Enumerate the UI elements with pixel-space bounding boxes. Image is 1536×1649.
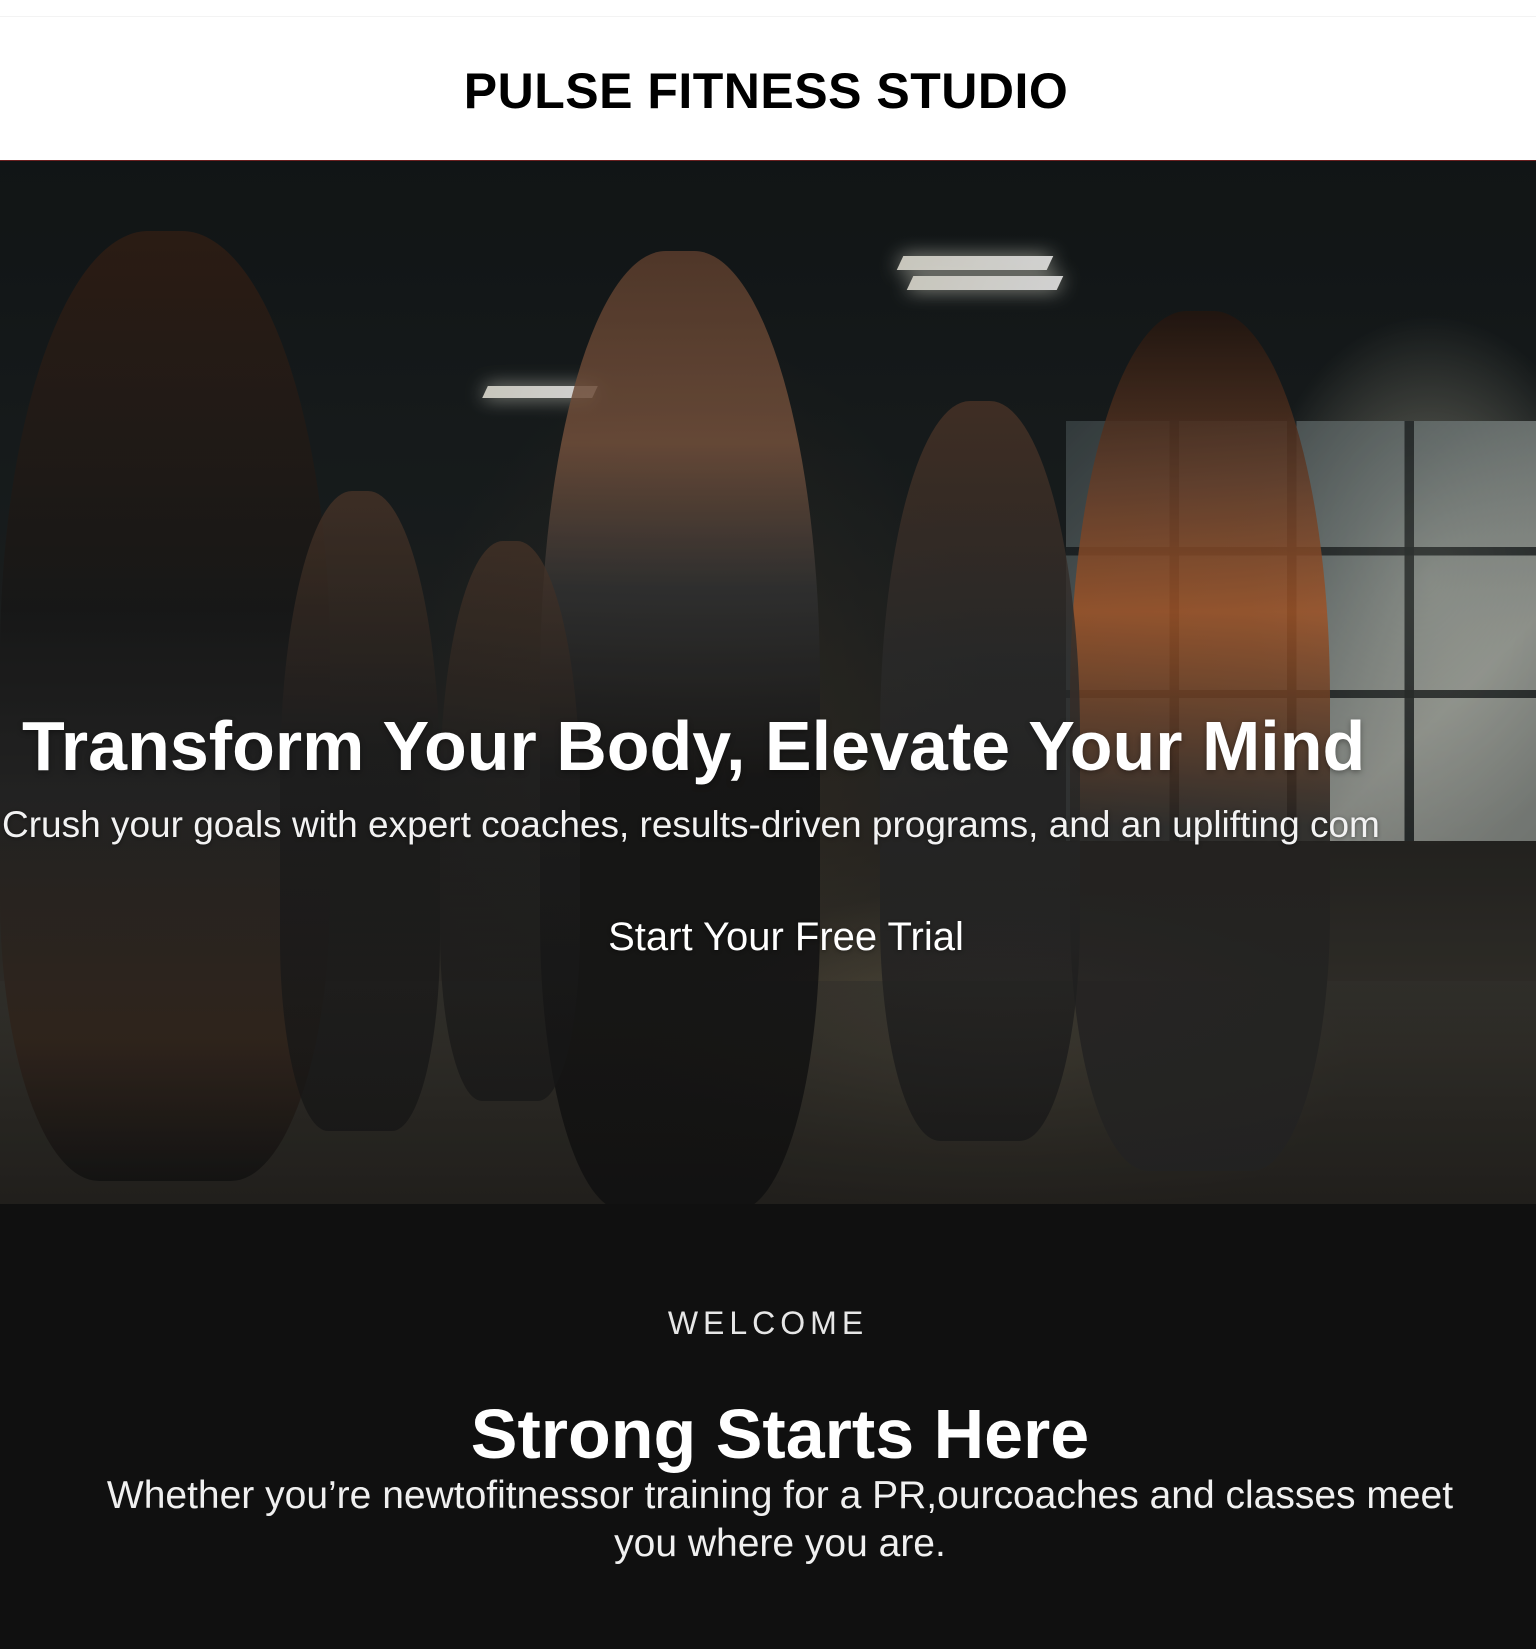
- hero-background-photo: [0, 161, 1536, 1204]
- welcome-title: Strong Starts Here: [470, 1395, 1090, 1473]
- welcome-kicker: WELCOME: [667, 1305, 869, 1341]
- hero-section: Transform Your Body, Elevate Your Mind C…: [0, 160, 1536, 1204]
- hero-overlay: [0, 161, 1536, 1204]
- hero-title: Transform Your Body, Elevate Your Mind: [22, 707, 1366, 785]
- site-brand[interactable]: PULSE FITNESS STUDIO: [0, 62, 1534, 120]
- site-header: PULSE FITNESS STUDIO: [0, 0, 1536, 160]
- hero-subtitle: Crush your goals with expert coaches, re…: [2, 804, 1380, 845]
- header-divider: [0, 16, 1536, 17]
- welcome-body: Whether you’re newtofitnessor training f…: [106, 1474, 1454, 1565]
- start-free-trial-button[interactable]: Start Your Free Trial: [0, 913, 1536, 961]
- welcome-section: WELCOME Strong Starts Here Whether you’r…: [0, 1204, 1536, 1649]
